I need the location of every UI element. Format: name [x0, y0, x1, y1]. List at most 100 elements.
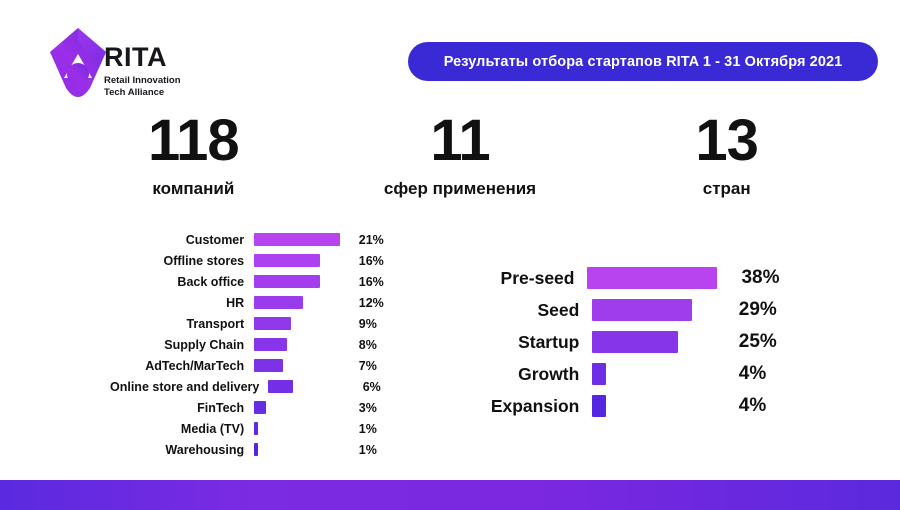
bar-track: [254, 418, 345, 439]
stat-domains-label: сфер применения: [383, 179, 537, 198]
bar-row: AdTech/MarTech 7%: [110, 355, 395, 376]
bar-category-label: FinTech: [197, 400, 245, 415]
bar-value-label: 21%: [358, 232, 384, 247]
bar-category-label: Pre-seed: [500, 267, 575, 288]
bar-track: [592, 390, 714, 422]
bar-track: [254, 439, 345, 460]
bar-fill: [254, 359, 283, 372]
bar-value-label: 38%: [741, 267, 780, 288]
bar-value-label: 4%: [738, 395, 767, 416]
bar-track: [254, 397, 345, 418]
bar-value-label: 12%: [358, 295, 384, 310]
rita-tagline: Retail Innovation Tech Alliance: [104, 75, 234, 99]
bar-category-label: Customer: [185, 232, 245, 247]
bar-category-label: Growth: [518, 363, 580, 384]
bar-category-label: Online store and delivery: [110, 379, 260, 394]
bar-value-label: 16%: [358, 253, 384, 268]
chart-application-domains: Customer 21% Offline stores 16% Back office 1…: [110, 229, 395, 460]
bar-row: Offline stores 16%: [110, 250, 395, 271]
bar-fill: [254, 422, 259, 435]
rita-tagline-line-2: Tech Alliance: [104, 86, 165, 98]
rita-logo-text: RITA Retail Innovation Tech Alliance: [104, 44, 234, 99]
bar-row: Startup 25%: [470, 326, 800, 358]
bar-category-label: Warehousing: [165, 442, 245, 457]
bar-track: [268, 376, 349, 397]
bar-fill: [254, 254, 320, 267]
bar-fill: [254, 233, 341, 246]
bar-category-label: Media (TV): [180, 421, 245, 436]
stat-countries-number: 13: [695, 108, 759, 173]
bar-value-label: 7%: [358, 358, 377, 373]
stat-countries-label: стран: [702, 179, 751, 198]
bar-fill: [254, 275, 320, 288]
stat-companies-number: 118: [148, 108, 240, 173]
rita-diamond-logo-icon: [46, 26, 110, 98]
bar-row: Back office 16%: [110, 271, 395, 292]
key-stats-row: 118 компаний 11 сфер применения 13 стран: [60, 112, 860, 207]
bar-category-label: Transport: [186, 316, 245, 331]
bar-value-label: 6%: [362, 379, 381, 394]
bar-row: Supply Chain 8%: [110, 334, 395, 355]
bar-fill: [592, 395, 606, 417]
bar-track: [254, 271, 345, 292]
bar-row: Growth 4%: [470, 358, 800, 390]
bar-value-label: 25%: [738, 331, 777, 352]
infographic-page: RITA Retail Innovation Tech Alliance Рез…: [0, 0, 900, 510]
bar-track: [592, 326, 714, 358]
banner-title: Результаты отбора стартапов RITA 1 - 31 …: [443, 53, 843, 70]
bar-fill: [254, 401, 267, 414]
bar-row: Media (TV) 1%: [110, 418, 395, 439]
bar-fill: [254, 443, 259, 456]
bar-row: Transport 9%: [110, 313, 395, 334]
bar-fill: [592, 363, 606, 385]
bar-track: [592, 358, 714, 390]
bar-value-label: 1%: [358, 421, 377, 436]
bar-value-label: 29%: [738, 299, 777, 320]
bar-row: Online store and delivery 6%: [110, 376, 395, 397]
bar-row: Pre-seed 38%: [470, 262, 800, 294]
bar-category-label: HR: [226, 295, 245, 310]
stat-companies: 118 компаний: [60, 112, 327, 207]
stat-countries: 13 стран: [593, 112, 860, 207]
bar-track: [254, 313, 345, 334]
bar-fill: [254, 338, 287, 351]
bar-category-label: Back office: [177, 274, 245, 289]
bar-track: [254, 334, 345, 355]
bar-track: [587, 262, 718, 294]
bar-fill: [268, 380, 293, 393]
stat-domains: 11 сфер применения: [327, 112, 594, 207]
bar-value-label: 8%: [358, 337, 377, 352]
bar-track: [254, 229, 345, 250]
bar-row: Expansion 4%: [470, 390, 800, 422]
bar-row: HR 12%: [110, 292, 395, 313]
rita-logo: RITA Retail Innovation Tech Alliance: [46, 26, 236, 98]
bar-row: Customer 21%: [110, 229, 395, 250]
footer-gradient-band: [0, 480, 900, 510]
bar-category-label: Supply Chain: [164, 337, 245, 352]
bar-track: [254, 355, 345, 376]
bar-row: Seed 29%: [470, 294, 800, 326]
bar-value-label: 16%: [358, 274, 384, 289]
chart-startup-stages: Pre-seed 38% Seed 29% Startup 25% Growth 4% Expa…: [470, 262, 800, 422]
header-banner: Результаты отбора стартапов RITA 1 - 31 …: [408, 42, 878, 81]
stat-companies-label: компаний: [152, 179, 235, 198]
bar-value-label: 4%: [738, 363, 767, 384]
bar-fill: [592, 331, 678, 353]
bar-category-label: Offline stores: [163, 253, 245, 268]
stat-domains-number: 11: [430, 108, 490, 173]
bar-track: [592, 294, 714, 326]
bar-row: Warehousing 1%: [110, 439, 395, 460]
rita-wordmark: RITA: [104, 42, 167, 72]
bar-fill: [592, 299, 692, 321]
bar-category-label: AdTech/MarTech: [145, 358, 245, 373]
bar-track: [254, 250, 345, 271]
bar-value-label: 3%: [358, 400, 377, 415]
bar-category-label: Expansion: [490, 395, 580, 416]
rita-tagline-line-1: Retail Innovation: [104, 75, 181, 86]
bar-category-label: Startup: [518, 331, 580, 352]
bar-value-label: 9%: [358, 316, 377, 331]
bar-fill: [587, 267, 718, 289]
bar-value-label: 1%: [358, 442, 377, 457]
bar-track: [254, 292, 345, 313]
bar-fill: [254, 317, 291, 330]
